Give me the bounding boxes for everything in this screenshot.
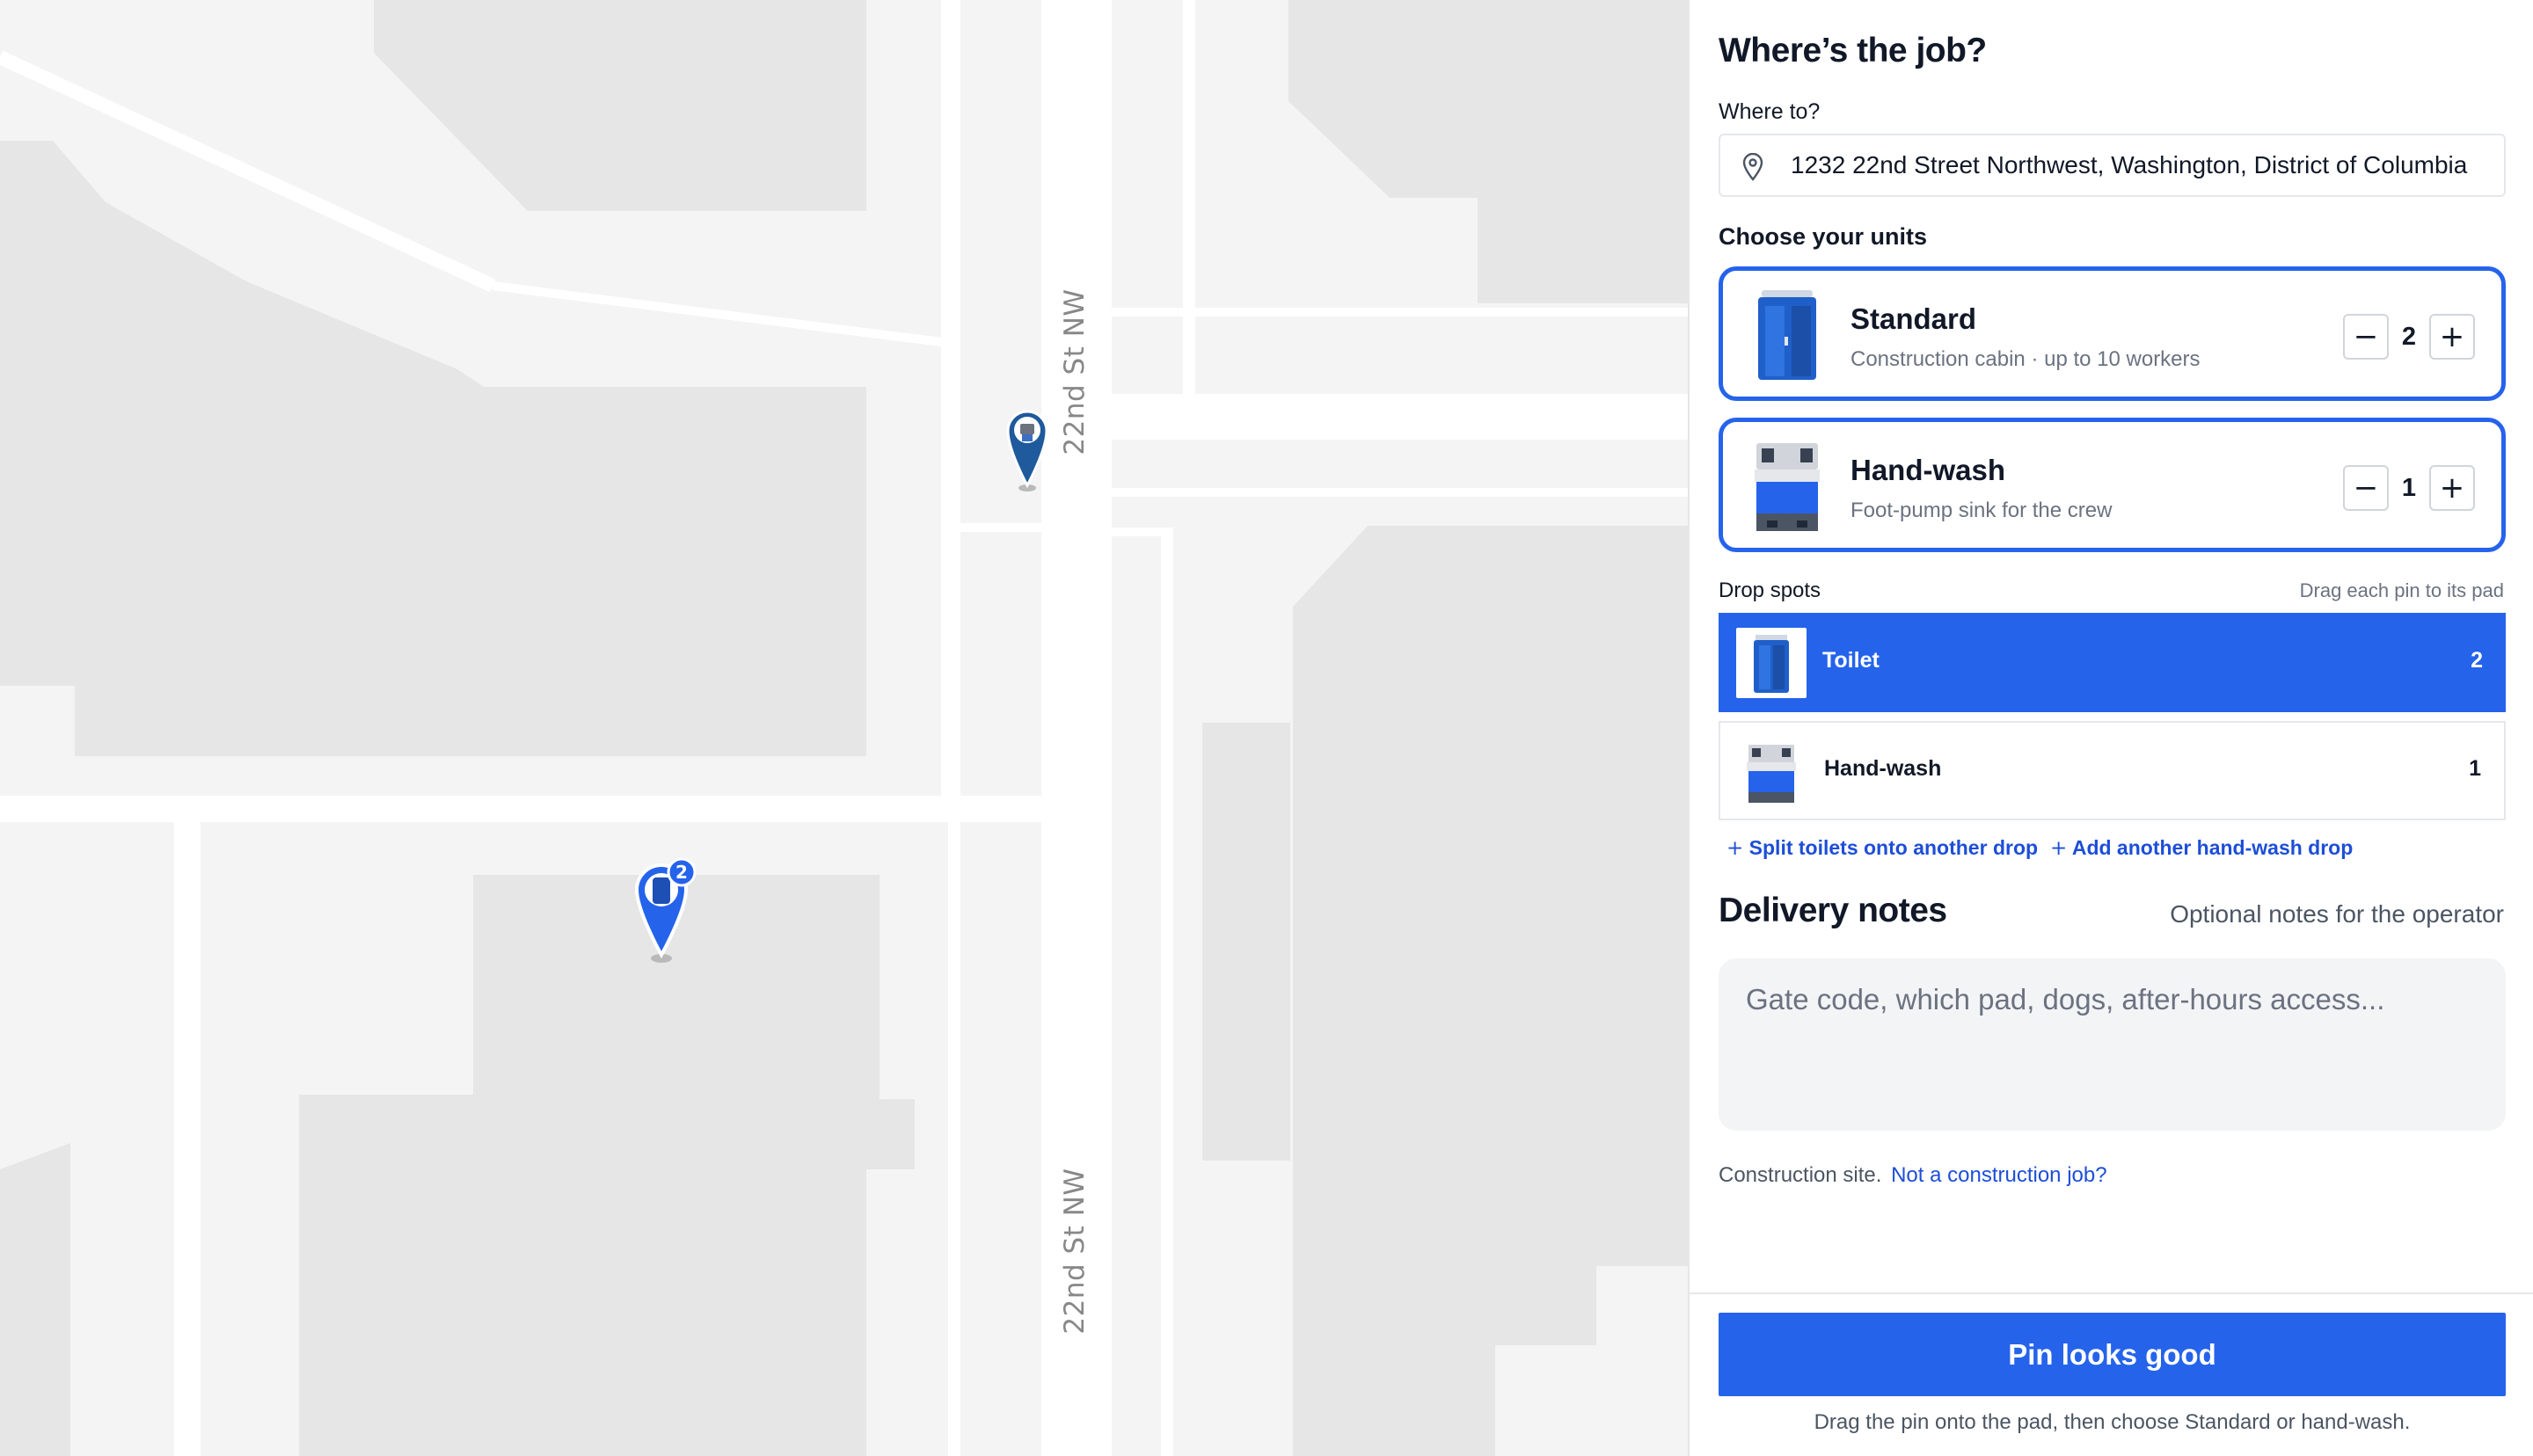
map[interactable]: 22nd St NW 22nd St NW 2 (0, 0, 1688, 1456)
pin-looks-good-button[interactable]: Pin looks good (1719, 1313, 2506, 1396)
hand-wash-station-icon (1755, 443, 1820, 531)
address-field[interactable] (1719, 134, 2506, 197)
decrement-standard-button[interactable]: − (2343, 314, 2389, 360)
delivery-notes-heading: Delivery notes (1719, 892, 1947, 929)
site-type-text: Construction site. (1719, 1163, 1882, 1187)
site-type-line: Construction site. Not a construction jo… (1719, 1163, 2107, 1188)
units-heading: Choose your units (1719, 223, 1928, 250)
drop-spot-count-hand-wash: 1 (2469, 756, 2481, 781)
address-input[interactable] (1791, 135, 2494, 195)
divider (1690, 1292, 2533, 1294)
map-base (0, 0, 1688, 1456)
decrement-hand-wash-button[interactable]: − (2343, 465, 2389, 511)
quantity-hand-wash: 1 (2401, 473, 2417, 502)
drop-spot-label-toilet: Toilet (1822, 648, 1880, 673)
hand-wash-icon (1006, 410, 1048, 491)
add-hand-wash-link[interactable]: + Add another hand-wash drop (2050, 836, 2353, 860)
toilet-pin[interactable]: 2 (631, 857, 707, 968)
plus-icon: + (1726, 837, 1744, 860)
hand-wash-thumbnail (1736, 736, 1807, 806)
drop-spot-row-hand-wash[interactable]: Hand-wash 1 (1719, 721, 2506, 820)
drop-spots-hint: Drag each pin to its pad (2299, 579, 2504, 601)
location-pin-icon (1742, 153, 1763, 181)
hand-wash-station-icon (1747, 745, 1796, 803)
toilet-thumbnail (1736, 628, 1807, 698)
street-label-bottom: 22nd St NW (1059, 1168, 1091, 1335)
unit-name-hand-wash: Hand-wash (1850, 454, 2006, 486)
unit-name-standard: Standard (1850, 302, 1977, 335)
add-hand-wash-label: Add another hand-wash drop (2071, 836, 2354, 859)
not-construction-link[interactable]: Not a construction job? (1891, 1163, 2106, 1187)
portable-toilet-icon (1754, 635, 1789, 693)
delivery-notes-input[interactable] (1719, 958, 2506, 1131)
unit-card-hand-wash[interactable]: Hand-wash Foot-pump sink for the crew − … (1719, 418, 2506, 552)
footer-hint: Drag the pin onto the pad, then choose S… (1814, 1410, 2411, 1434)
delivery-notes-field[interactable] (1719, 958, 2506, 1131)
split-toilets-link[interactable]: + Split toilets onto another drop (1726, 836, 2038, 860)
plus-icon: + (2050, 837, 2068, 860)
hand-wash-pin[interactable] (1004, 406, 1050, 497)
drop-spot-count-toilet: 2 (2471, 648, 2483, 673)
delivery-notes-hint: Optional notes for the operator (2170, 900, 2504, 928)
unit-card-standard[interactable]: Standard Construction cabin · up to 10 w… (1719, 266, 2506, 401)
job-panel: Where’s the job? Where to? Choose your u… (1688, 0, 2533, 1456)
unit-desc-hand-wash: Foot-pump sink for the crew (1850, 499, 2113, 522)
increment-standard-button[interactable]: + (2429, 314, 2475, 360)
drop-spots-heading: Drop spots (1719, 579, 1821, 602)
page-title: Where’s the job? (1719, 32, 1987, 69)
quantity-stepper-standard: − 2 + (2343, 314, 2475, 360)
split-toilets-label: Split toilets onto another drop (1748, 836, 2039, 859)
portable-toilet-icon (1758, 290, 1816, 380)
increment-hand-wash-button[interactable]: + (2429, 465, 2475, 511)
quantity-standard: 2 (2401, 322, 2417, 351)
quantity-stepper-hand-wash: − 1 + (2343, 465, 2475, 511)
unit-desc-standard: Construction cabin · up to 10 workers (1850, 347, 2201, 371)
street-label-top: 22nd St NW (1059, 288, 1091, 455)
toilet-icon: 2 (634, 857, 697, 963)
drop-spot-label-hand-wash: Hand-wash (1824, 756, 1942, 781)
toilet-pin-badge: 2 (675, 862, 688, 883)
address-label: Where to? (1719, 99, 1821, 124)
drop-spot-row-toilet[interactable]: Toilet 2 (1719, 613, 2506, 712)
